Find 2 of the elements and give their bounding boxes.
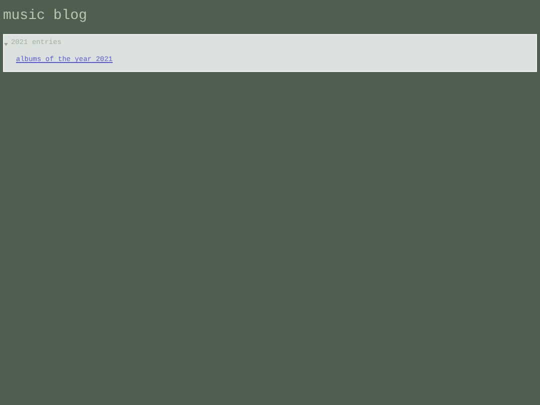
disclosure-triangle-icon[interactable] — [4, 42, 8, 46]
blog-title: music blog — [3, 7, 88, 24]
